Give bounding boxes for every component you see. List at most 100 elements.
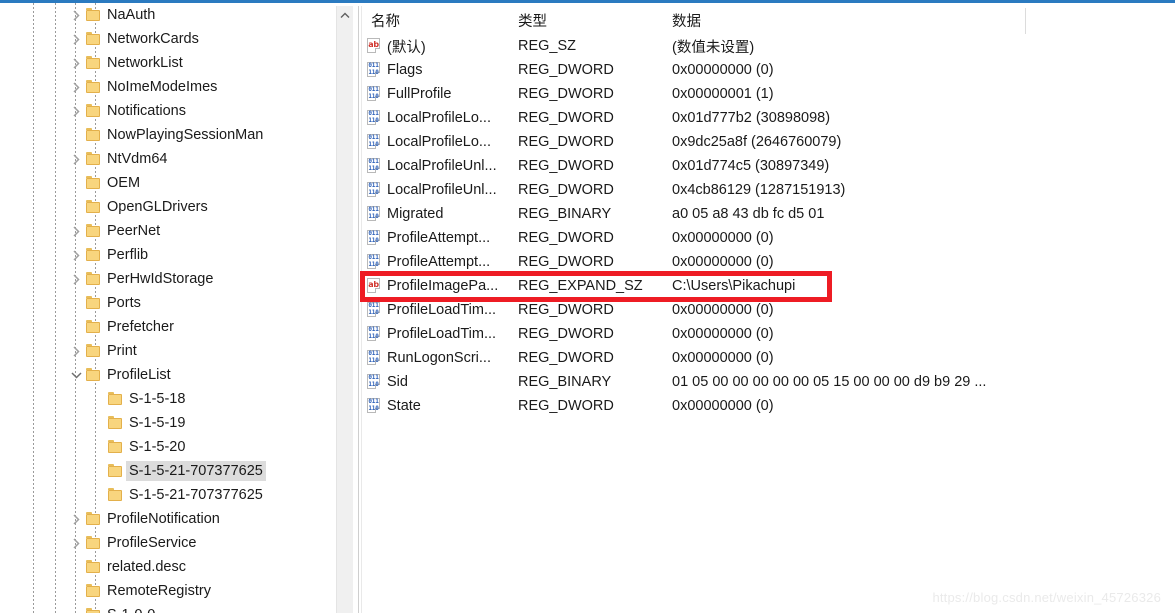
chevron-down-icon[interactable] (68, 363, 84, 387)
tree-item-label-container[interactable]: S-1-5-18 (126, 389, 188, 409)
tree-item-label-container[interactable]: OpenGLDrivers (104, 197, 211, 217)
value-data: 0x01d777b2 (30898098) (672, 110, 831, 126)
folder-icon (86, 320, 101, 333)
chevron-right-icon[interactable] (68, 267, 84, 291)
folder-icon (108, 416, 123, 429)
tree-item-label-container[interactable]: S-1-5-20 (126, 437, 188, 457)
tree-item-label-container[interactable]: S-1-5-21-707377625 (126, 461, 266, 481)
tree-item-label: RemoteRegistry (107, 583, 211, 599)
registry-values-list[interactable]: 名称 类型 数据 ab (默认) REG_SZ (数值未设置) 011 110 Flags R… (363, 6, 1175, 613)
chevron-right-icon[interactable] (68, 147, 84, 171)
tree-item-label: PerHwIdStorage (107, 271, 214, 287)
folder-icon (86, 584, 101, 597)
table-row[interactable]: 011 110 LocalProfileUnl... REG_DWORD 0x4cb86… (363, 178, 1175, 202)
column-header-name[interactable]: 名称 (371, 6, 400, 34)
tree-item-label-container[interactable]: NowPlayingSessionMan (104, 125, 266, 145)
table-row[interactable]: 011 110 Migrated REG_BINARY a0 05 a8 43 db f… (363, 202, 1175, 226)
table-row[interactable]: 011 110 ProfileLoadTim... REG_DWORD 0x000000… (363, 298, 1175, 322)
tree-item-label-container[interactable]: related.desc (104, 557, 189, 577)
column-divider[interactable] (1025, 8, 1026, 34)
chevron-right-icon[interactable] (68, 75, 84, 99)
tree-item-label: S-1-5-19 (129, 415, 186, 431)
table-row[interactable]: 011 110 LocalProfileLo... REG_DWORD 0x01d777… (363, 106, 1175, 130)
tree-item-label-container[interactable]: NetworkList (104, 53, 186, 73)
column-header-type[interactable]: 类型 (518, 6, 547, 34)
table-row[interactable]: 011 110 Flags REG_DWORD 0x00000000 (0) (363, 58, 1175, 82)
dword-value-icon: 011 110 (367, 302, 380, 317)
tree-item-label-container[interactable]: ProfileList (104, 365, 174, 385)
tree-item-label-container[interactable]: Ports (104, 293, 144, 313)
tree-item-label-container[interactable]: NetworkCards (104, 29, 202, 49)
table-row[interactable]: 011 110 RunLogonScri... REG_DWORD 0x00000000… (363, 346, 1175, 370)
table-row[interactable]: ab (默认) REG_SZ (数值未设置) (363, 34, 1175, 58)
tree-item-label: Perflib (107, 247, 149, 263)
chevron-right-icon[interactable] (68, 27, 84, 51)
dword-value-icon: 011 110 (367, 374, 380, 389)
tree-item-label-container[interactable]: PerHwIdStorage (104, 269, 216, 289)
pane-splitter[interactable] (358, 6, 359, 613)
chevron-right-icon[interactable] (68, 99, 84, 123)
folder-icon (86, 104, 101, 117)
tree-item-label-container[interactable]: Prefetcher (104, 317, 177, 337)
table-row[interactable]: 011 110 State REG_DWORD 0x00000000 (0) (363, 394, 1175, 418)
value-type: REG_DWORD (518, 62, 614, 78)
table-row[interactable]: 011 110 LocalProfileLo... REG_DWORD 0x9dc25a… (363, 130, 1175, 154)
value-data: 0x00000000 (0) (672, 230, 774, 246)
table-row[interactable]: 011 110 FullProfile REG_DWORD 0x00000001 (1) (363, 82, 1175, 106)
dword-value-icon: 011 110 (367, 398, 380, 413)
tree-item-label-container[interactable]: NoImeModeImes (104, 77, 220, 97)
chevron-right-icon[interactable] (68, 531, 84, 555)
registry-key-tree[interactable]: NaAuth NetworkCards NetworkList NoImeModeIm… (0, 3, 332, 613)
folder-icon (108, 440, 123, 453)
tree-item-label-container[interactable]: NaAuth (104, 5, 158, 25)
chevron-right-icon[interactable] (68, 507, 84, 531)
tree-item-label: S-1-5-20 (129, 439, 186, 455)
tree-item-label: NaAuth (107, 7, 156, 23)
table-row[interactable]: 011 110 ProfileLoadTim... REG_DWORD 0x000000… (363, 322, 1175, 346)
column-header-data[interactable]: 数据 (672, 6, 701, 34)
tree-item-label-container[interactable]: S-1-0-0 (104, 605, 158, 613)
tree-item-label-container[interactable]: Print (104, 341, 140, 361)
tree-item-label-container[interactable]: PeerNet (104, 221, 163, 241)
value-name: LocalProfileUnl... (387, 182, 497, 198)
value-type: REG_DWORD (518, 110, 614, 126)
chevron-right-icon[interactable] (68, 51, 84, 75)
tree-item-label-container[interactable]: ProfileNotification (104, 509, 223, 529)
value-type: REG_DWORD (518, 134, 614, 150)
table-row[interactable]: 011 110 Sid REG_BINARY 01 05 00 00 00 00 00 … (363, 370, 1175, 394)
dword-value-icon: 011 110 (367, 182, 380, 197)
value-data: 0x00000000 (0) (672, 350, 774, 366)
tree-item-label-container[interactable]: OEM (104, 173, 143, 193)
tree-item-label-container[interactable]: Notifications (104, 101, 189, 121)
value-type: REG_BINARY (518, 374, 612, 390)
tree-item-label-container[interactable]: NtVdm64 (104, 149, 170, 169)
value-data: 0x4cb86129 (1287151913) (672, 182, 846, 198)
value-name: ProfileLoadTim... (387, 302, 497, 318)
value-name: Sid (387, 374, 408, 390)
table-row[interactable]: 011 110 ProfileAttempt... REG_DWORD 0x000000… (363, 226, 1175, 250)
folder-icon (86, 512, 101, 525)
table-row[interactable]: 011 110 ProfileAttempt... REG_DWORD 0x000000… (363, 250, 1175, 274)
chevron-right-icon[interactable] (68, 339, 84, 363)
tree-item-label: NtVdm64 (107, 151, 168, 167)
chevron-right-icon[interactable] (68, 243, 84, 267)
tree-vertical-scrollbar[interactable] (336, 6, 353, 613)
value-data: 0x9dc25a8f (2646760079) (672, 134, 842, 150)
folder-icon (86, 560, 101, 573)
tree-item-label-container[interactable]: S-1-5-21-707377625 (126, 485, 266, 505)
chevron-right-icon[interactable] (68, 3, 84, 27)
folder-icon (86, 200, 101, 213)
chevron-right-icon[interactable] (68, 219, 84, 243)
tree-item-label-container[interactable]: Perflib (104, 245, 151, 265)
folder-icon (86, 176, 101, 189)
tree-item-label-container[interactable]: S-1-5-19 (126, 413, 188, 433)
tree-item-label: NetworkList (107, 55, 183, 71)
tree-item-label-container[interactable]: ProfileService (104, 533, 199, 553)
dword-value-icon: 011 110 (367, 62, 380, 77)
chevron-up-icon[interactable] (337, 6, 353, 24)
value-name: FullProfile (387, 86, 452, 102)
table-row[interactable]: 011 110 LocalProfileUnl... REG_DWORD 0x01d77… (363, 154, 1175, 178)
tree-item-label-container[interactable]: RemoteRegistry (104, 581, 214, 601)
table-row[interactable]: ab ProfileImagePa... REG_EXPAND_SZ C:\Users… (363, 274, 1175, 298)
value-type: REG_DWORD (518, 326, 614, 342)
